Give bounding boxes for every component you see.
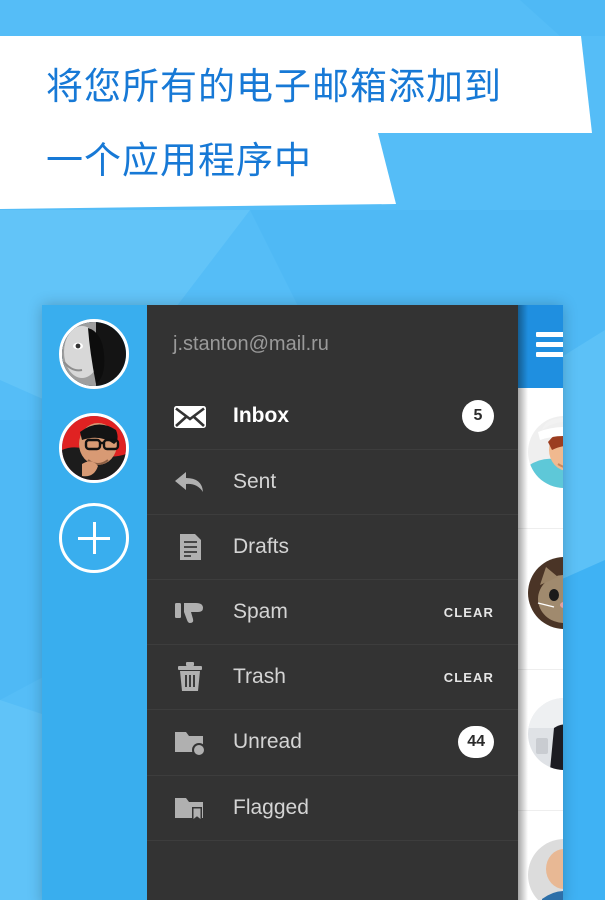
drawer-item-trash[interactable]: Trash CLEAR [147, 644, 518, 709]
headline-line-1: 将您所有的电子邮箱添加到 [46, 66, 502, 107]
message-avatar-1 [528, 416, 563, 488]
drawer-item-label: Unread [233, 730, 302, 754]
drawer-item-label: Spam [233, 600, 288, 624]
message-avatar-3 [528, 698, 563, 770]
unread-folder-icon [173, 725, 207, 759]
add-account-button[interactable] [59, 503, 129, 573]
accounts-rail: 5 [42, 305, 147, 900]
spam-thumbdown-icon [173, 595, 207, 629]
unread-count-badge: 44 [458, 726, 494, 759]
drawer-item-sent[interactable]: Sent [147, 448, 518, 514]
flagged-folder-icon [173, 791, 207, 825]
drawer-item-inbox[interactable]: Inbox 5 [147, 383, 518, 448]
drawer-account-email[interactable]: j.stanton@mail.ru [147, 305, 518, 383]
drawer-shadow [518, 305, 528, 900]
promo-screenshot: 将您所有的电子邮箱添加到 一个应用程序中 5 [0, 0, 605, 900]
hamburger-menu-icon[interactable] [536, 332, 563, 357]
sent-arrow-icon [173, 465, 207, 499]
drawer-item-drafts[interactable]: Drafts [147, 513, 518, 579]
drawer-item-label: Flagged [233, 795, 309, 819]
trash-bin-icon [173, 660, 207, 694]
message-avatar-4 [528, 839, 563, 900]
message-avatar-2 [528, 557, 563, 629]
trash-clear-button[interactable]: CLEAR [444, 670, 494, 685]
inbox-envelope-icon [173, 399, 207, 433]
app-screenshot: 5 j.stanton@mail.ru [42, 305, 563, 900]
drawer-item-label: Trash [233, 665, 286, 689]
account-avatar-1[interactable]: 5 [59, 319, 129, 389]
drawer-item-label: Drafts [233, 534, 290, 558]
drawer-item-flagged[interactable]: Flagged [147, 774, 518, 840]
navigation-drawer: j.stanton@mail.ru Inbox 5 Sent Drafts Sp… [147, 305, 518, 900]
drawer-item-more[interactable] [147, 839, 518, 900]
drawer-item-spam[interactable]: Spam CLEAR [147, 578, 518, 644]
account-avatar-2[interactable] [59, 413, 129, 483]
drawer-item-label: Sent [233, 469, 277, 493]
inbox-count-badge: 5 [462, 399, 494, 432]
headline-line-2: 一个应用程序中 [46, 140, 312, 181]
drafts-document-icon [173, 530, 207, 564]
drawer-item-unread[interactable]: Unread 44 [147, 709, 518, 774]
spam-clear-button[interactable]: CLEAR [444, 605, 494, 620]
message-list-panel [518, 305, 563, 900]
drawer-item-label: Inbox [233, 403, 289, 427]
